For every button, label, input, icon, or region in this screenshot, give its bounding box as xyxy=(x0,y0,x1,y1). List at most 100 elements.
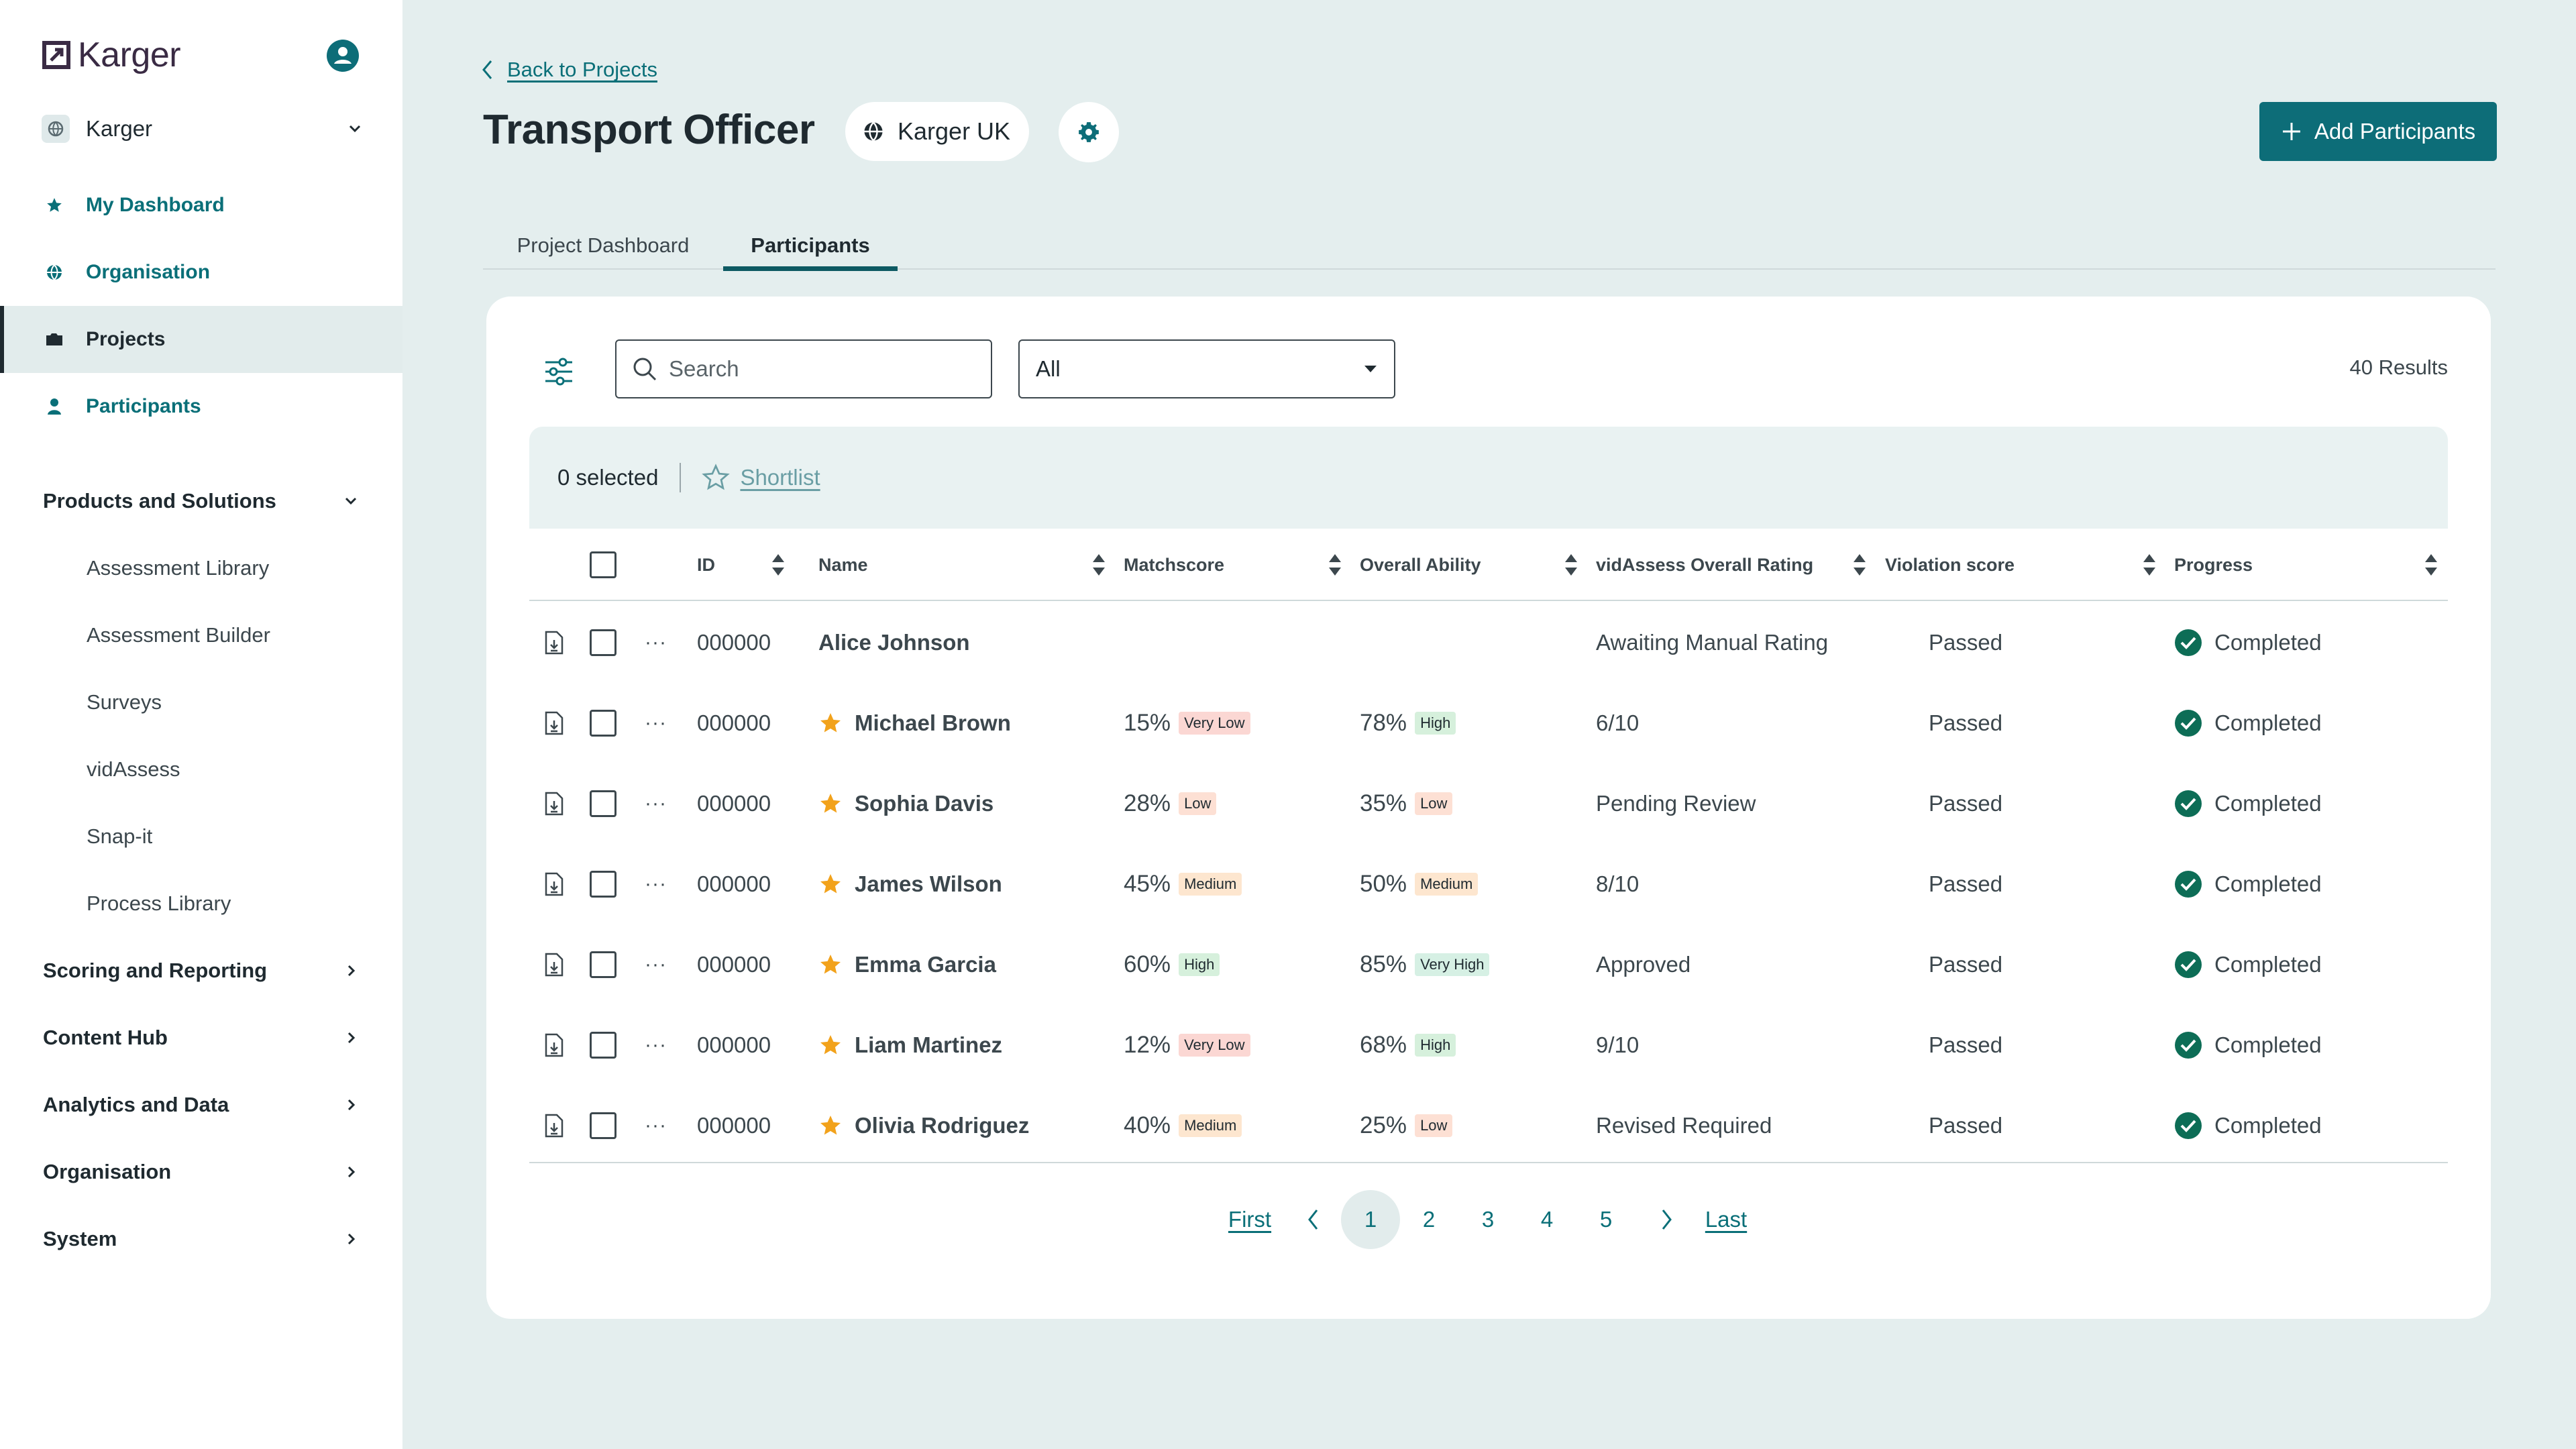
cell-name[interactable]: Olivia Rodriguez xyxy=(855,1113,1029,1138)
shortlisted-star-icon[interactable] xyxy=(818,792,843,816)
tab-participants[interactable]: Participants xyxy=(723,221,898,271)
sort-icon[interactable] xyxy=(1091,553,1106,577)
shortlist-label: Shortlist xyxy=(740,465,820,490)
row-actions-menu[interactable]: ··· xyxy=(645,924,667,1005)
section-analytics-and-data[interactable]: Analytics and Data xyxy=(0,1071,402,1138)
section-products-and-solutions[interactable]: Products and Solutions xyxy=(0,468,402,535)
table-row[interactable]: ··· 000000 James Wilson 45% Medium 50% Med… xyxy=(529,844,2448,924)
row-checkbox[interactable] xyxy=(590,1032,616,1059)
search-input[interactable] xyxy=(669,356,977,382)
section-content-hub[interactable]: Content Hub xyxy=(0,1004,402,1071)
section-organisation[interactable]: Organisation xyxy=(0,1138,402,1205)
shortlisted-star-icon[interactable] xyxy=(818,953,843,977)
sub-item-vidassess[interactable]: vidAssess xyxy=(0,736,402,803)
report-download-icon[interactable] xyxy=(544,1085,564,1166)
row-checkbox[interactable] xyxy=(590,871,616,898)
project-settings-button[interactable] xyxy=(1059,102,1119,162)
row-checkbox[interactable] xyxy=(590,710,616,737)
cell-name[interactable]: James Wilson xyxy=(855,871,1002,897)
cell-id: 000000 xyxy=(697,952,771,977)
karger-logo[interactable]: Karger xyxy=(42,34,181,76)
nav-item-organisation[interactable]: Organisation xyxy=(0,239,402,306)
shortlisted-star-icon[interactable] xyxy=(818,872,843,896)
pagination-next-button[interactable] xyxy=(1653,1190,1680,1249)
row-actions-menu[interactable]: ··· xyxy=(645,602,667,683)
row-actions-menu[interactable]: ··· xyxy=(645,844,667,924)
report-download-icon[interactable] xyxy=(544,1005,564,1085)
sort-icon[interactable] xyxy=(771,553,786,577)
row-checkbox[interactable] xyxy=(590,790,616,817)
sub-item-surveys[interactable]: Surveys xyxy=(0,669,402,736)
sort-icon[interactable] xyxy=(1852,553,1867,577)
table-row[interactable]: ··· 000000 Michael Brown 15% Very Low 78%… xyxy=(529,683,2448,763)
column-header-overall-ability[interactable]: Overall Ability xyxy=(1360,529,1481,601)
row-checkbox[interactable] xyxy=(590,629,616,656)
cell-name[interactable]: Alice Johnson xyxy=(818,630,970,655)
pagination-last[interactable]: Last xyxy=(1699,1190,1753,1249)
column-header-progress[interactable]: Progress xyxy=(2174,529,2253,601)
sub-item-process-library[interactable]: Process Library xyxy=(0,870,402,937)
row-actions-menu[interactable]: ··· xyxy=(645,1085,667,1166)
shortlisted-star-icon[interactable] xyxy=(818,1033,843,1057)
pagination-page-2[interactable]: 2 xyxy=(1415,1190,1442,1249)
row-actions-menu[interactable]: ··· xyxy=(645,683,667,763)
report-download-icon[interactable] xyxy=(544,924,564,1005)
cell-name[interactable]: Liam Martinez xyxy=(855,1032,1002,1058)
sub-item-assessment-builder[interactable]: Assessment Builder xyxy=(0,602,402,669)
filter-settings-icon[interactable] xyxy=(543,356,575,388)
shortlist-button[interactable]: Shortlist xyxy=(701,463,820,492)
nav-item-participants[interactable]: Participants xyxy=(0,373,402,440)
column-header-id[interactable]: ID xyxy=(697,529,715,601)
column-header-vidassess-rating[interactable]: vidAssess Overall Rating xyxy=(1596,529,1813,601)
back-link-label: Back to Projects xyxy=(507,58,657,81)
sort-icon[interactable] xyxy=(1328,553,1342,577)
sort-icon[interactable] xyxy=(1564,553,1578,577)
shortlisted-star-icon[interactable] xyxy=(818,711,843,735)
cell-progress: Completed xyxy=(2214,630,2322,655)
org-pill[interactable]: Karger UK xyxy=(845,102,1030,161)
section-system[interactable]: System xyxy=(0,1205,402,1273)
pagination-page-4[interactable]: 4 xyxy=(1534,1190,1560,1249)
cell-name[interactable]: Michael Brown xyxy=(855,710,1011,736)
tab-project-dashboard[interactable]: Project Dashboard xyxy=(483,221,723,270)
column-header-violation-score[interactable]: Violation score xyxy=(1885,529,2015,601)
section-scoring-and-reporting[interactable]: Scoring and Reporting xyxy=(0,937,402,1004)
nav-item-my-dashboard[interactable]: My Dashboard xyxy=(0,172,402,239)
shortlisted-star-icon[interactable] xyxy=(818,1114,843,1138)
report-download-icon[interactable] xyxy=(544,844,564,924)
table-row[interactable]: ··· 000000 Olivia Rodriguez 40% Medium 25… xyxy=(529,1085,2448,1166)
table-row[interactable]: ··· 000000 Liam Martinez 12% Very Low 68%… xyxy=(529,1005,2448,1085)
row-checkbox[interactable] xyxy=(590,1112,616,1139)
pagination-page-3[interactable]: 3 xyxy=(1474,1190,1501,1249)
row-actions-menu[interactable]: ··· xyxy=(645,763,667,844)
pagination-page-5[interactable]: 5 xyxy=(1593,1190,1619,1249)
org-switcher[interactable]: Karger xyxy=(42,110,364,148)
pagination-first[interactable]: First xyxy=(1223,1190,1277,1249)
sort-icon[interactable] xyxy=(2142,553,2157,577)
pagination-page-1[interactable]: 1 xyxy=(1341,1190,1400,1249)
column-header-matchscore[interactable]: Matchscore xyxy=(1124,529,1224,601)
sort-icon[interactable] xyxy=(2424,553,2438,577)
chevron-right-icon xyxy=(347,965,356,977)
status-filter-select[interactable]: All xyxy=(1018,339,1395,398)
row-actions-menu[interactable]: ··· xyxy=(645,1005,667,1085)
pagination-prev-button[interactable] xyxy=(1300,1190,1327,1249)
cell-name[interactable]: Emma Garcia xyxy=(855,952,996,977)
sub-item-assessment-library[interactable]: Assessment Library xyxy=(0,535,402,602)
table-row[interactable]: ··· 000000 Emma Garcia 60% High 85% Very H… xyxy=(529,924,2448,1005)
table-row[interactable]: ··· 000000 Sophia Davis 28% Low 35% Low Pe… xyxy=(529,763,2448,844)
row-checkbox[interactable] xyxy=(590,951,616,978)
sub-item-snap-it[interactable]: Snap-it xyxy=(0,803,402,870)
account-icon[interactable] xyxy=(326,39,360,72)
search-field[interactable] xyxy=(615,339,992,398)
back-to-projects-link[interactable]: Back to Projects xyxy=(480,58,657,82)
report-download-icon[interactable] xyxy=(544,683,564,763)
report-download-icon[interactable] xyxy=(544,602,564,683)
table-row[interactable]: ··· 000000 Alice Johnson Awaiting Manual… xyxy=(529,602,2448,683)
nav-item-projects[interactable]: Projects xyxy=(0,306,402,373)
add-participants-button[interactable]: Add Participants xyxy=(2259,102,2497,161)
cell-name[interactable]: Sophia Davis xyxy=(855,791,994,816)
select-all-checkbox[interactable] xyxy=(590,551,616,578)
report-download-icon[interactable] xyxy=(544,763,564,844)
column-header-name[interactable]: Name xyxy=(818,529,868,601)
